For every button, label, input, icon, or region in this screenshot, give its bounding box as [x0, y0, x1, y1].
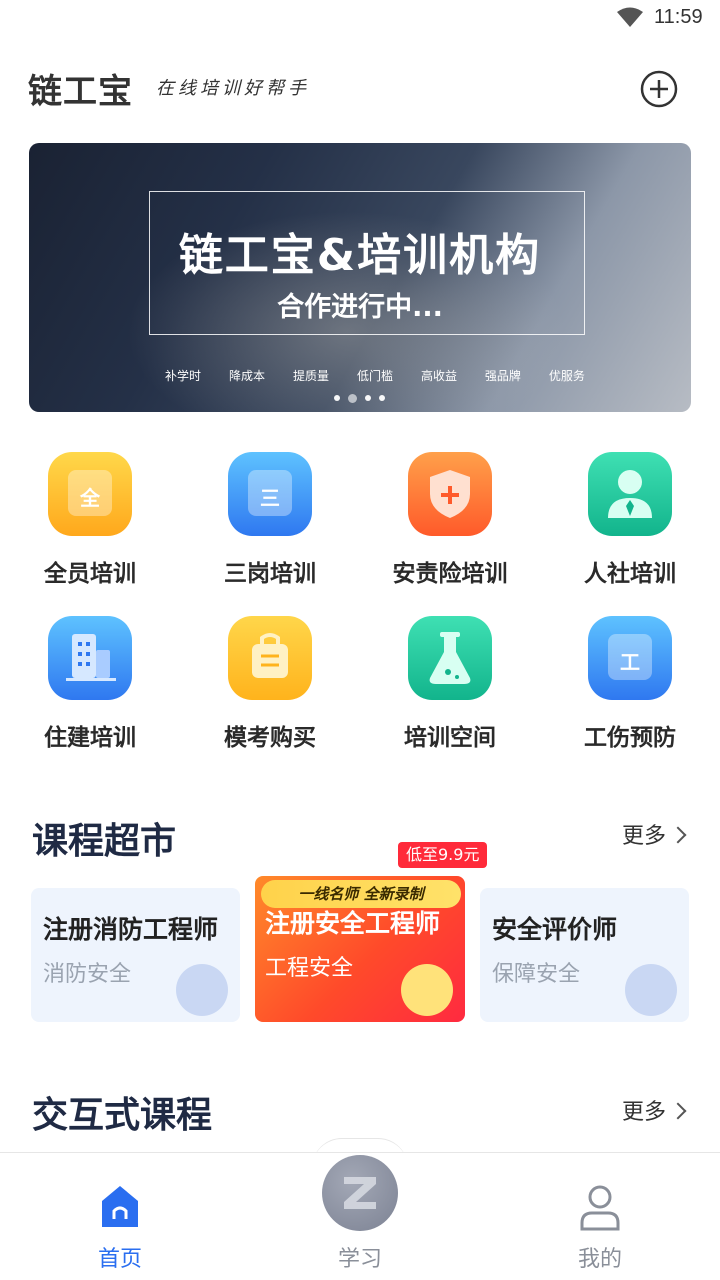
category-label: 工伤预防 [584, 725, 676, 751]
home-icon [102, 1186, 138, 1227]
course-card-fire-engineer[interactable]: 注册消防工程师 消防安全 [31, 888, 240, 1022]
interactive-courses-more-link[interactable]: 更多 [622, 1094, 687, 1126]
banner-tag: 强品牌 [484, 369, 521, 383]
chevron-right-icon [669, 826, 687, 844]
price-badge: 低至9.9元 [398, 842, 488, 868]
course-subtitle: 消防安全 [43, 962, 132, 987]
app-slogan: 在线培训好帮手 [156, 78, 310, 99]
banner-dot[interactable] [365, 395, 371, 401]
person-badge-icon [401, 964, 453, 1016]
nav-label: 学习 [337, 1247, 382, 1272]
status-time: 11:59 [654, 6, 703, 28]
nav-item-mine[interactable]: 我的 [480, 1153, 720, 1280]
banner-dot[interactable] [334, 395, 340, 401]
shopping-bag-icon [228, 616, 312, 700]
course-card-safety-assessor[interactable]: 安全评价师 保障安全 [480, 888, 689, 1022]
chevron-right-icon [669, 1102, 687, 1120]
course-card-safety-engineer[interactable]: 一线名师 全新录制 注册安全工程师 工程安全 [255, 876, 465, 1022]
category-label: 三岗培训 [224, 561, 316, 587]
more-label: 更多 [622, 1100, 667, 1125]
category-mokao[interactable]: 模考购买 [180, 614, 360, 754]
banner-subtitle: 合作进行中... [277, 292, 443, 323]
study-icon[interactable] [322, 1155, 398, 1231]
course-subtitle: 保障安全 [492, 962, 581, 987]
app-logo: 链工宝 [28, 72, 133, 112]
document-icon: 全 [48, 452, 132, 536]
banner-tag: 高收益 [420, 369, 457, 383]
nav-label: 首页 [97, 1247, 142, 1272]
banner-tag: 提质量 [292, 369, 329, 383]
building-icon [48, 616, 132, 700]
person-tie-icon [588, 452, 672, 536]
banner-tag: 补学时 [165, 369, 202, 383]
clipboard-icon [625, 964, 677, 1016]
course-subtitle: 工程安全 [265, 956, 354, 981]
category-label: 安责险培训 [392, 561, 508, 587]
course-title: 注册安全工程师 [265, 909, 441, 938]
banner-tag: 降成本 [228, 369, 265, 383]
category-label: 模考购买 [224, 725, 316, 751]
wifi-icon [617, 7, 643, 27]
document-icon: 三 [228, 452, 312, 536]
category-renshe[interactable]: 人社培训 [540, 450, 720, 590]
course-title: 安全评价师 [492, 915, 618, 944]
flask-icon [408, 616, 492, 700]
category-label: 住建培训 [44, 725, 136, 751]
shield-plus-icon [408, 452, 492, 536]
category-zhujian[interactable]: 住建培训 [0, 614, 180, 754]
add-icon[interactable] [640, 70, 678, 108]
banner-dot-active[interactable] [348, 393, 357, 403]
category-label: 人社培训 [584, 561, 676, 587]
category-space[interactable]: 培训空间 [360, 614, 540, 754]
banner-tag: 低门槛 [356, 369, 393, 383]
category-sangang[interactable]: 三 三岗培训 [180, 450, 360, 590]
category-grid: 全 全员培训 三 三岗培训 安责险培训 人社培训 住建培训 模考购买 培训空间 … [0, 448, 720, 758]
section-title-course-market: 课程超市 [32, 821, 177, 862]
user-icon [580, 1185, 620, 1231]
nav-item-home[interactable]: 首页 [0, 1153, 240, 1280]
banner-title: 链工宝&培训机构 [178, 230, 542, 281]
category-quanyuan[interactable]: 全 全员培训 [0, 450, 180, 590]
banner-tags: 补学时 降成本 提质量 低门槛 高收益 强品牌 优服务 [165, 367, 585, 384]
fire-extinguisher-icon [176, 964, 228, 1016]
document-icon: 工 [588, 616, 672, 700]
category-anzexian[interactable]: 安责险培训 [360, 450, 540, 590]
course-market-more-link[interactable]: 更多 [622, 818, 687, 850]
more-label: 更多 [622, 824, 667, 849]
banner-tag: 优服务 [548, 369, 585, 383]
banner-pagination[interactable] [334, 393, 385, 403]
banner-dot[interactable] [379, 395, 385, 401]
course-title: 注册消防工程师 [43, 915, 219, 944]
promo-banner[interactable]: 链工宝&培训机构 合作进行中... 补学时 降成本 提质量 低门槛 高收益 强品… [29, 143, 691, 412]
category-label: 培训空间 [404, 725, 496, 751]
section-title-interactive-courses: 交互式课程 [32, 1095, 213, 1136]
app-header: 链工宝 在线培训好帮手 [0, 56, 720, 120]
category-gongshang[interactable]: 工 工伤预防 [540, 614, 720, 754]
nav-label: 我的 [577, 1247, 622, 1272]
status-bar: 11:59 [0, 0, 720, 36]
category-label: 全员培训 [44, 561, 136, 587]
